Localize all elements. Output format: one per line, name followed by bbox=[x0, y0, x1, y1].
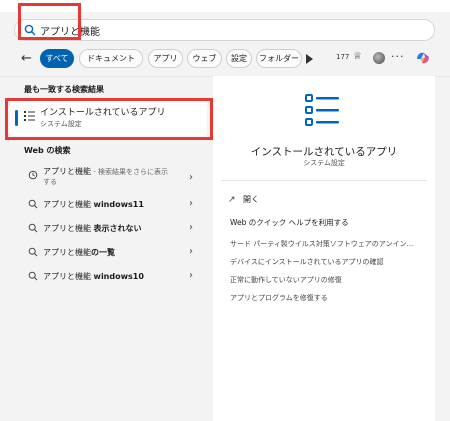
more-options-icon[interactable]: ··· bbox=[391, 50, 405, 63]
more-filters-icon[interactable] bbox=[306, 54, 313, 64]
preview-subtitle: システム設定 bbox=[303, 159, 345, 167]
trophy-icon[interactable]: ♕ bbox=[353, 51, 362, 62]
web-result-text: アプリと機能 bbox=[43, 167, 91, 176]
filter-bar: ← すべて ドキュメント アプリ ウェブ 設定 フォルダー 177 ♕ ··· bbox=[0, 47, 450, 71]
web-result-bold: windows10 bbox=[93, 272, 144, 281]
history-icon bbox=[28, 170, 38, 180]
tab-settings[interactable]: 設定 bbox=[226, 49, 252, 68]
help-link[interactable]: サード パーティ製ウイルス対策ソフトウェアのアンイン... bbox=[230, 239, 413, 249]
search-icon bbox=[28, 247, 38, 257]
search-icon bbox=[28, 199, 38, 209]
web-result-text: アプリと機能 bbox=[43, 224, 94, 233]
tab-documents[interactable]: ドキュメント bbox=[79, 49, 143, 68]
preview-pane: インストールされているアプリ システム設定 ↗ 開く Web のクイック ヘルプを… bbox=[213, 76, 435, 421]
web-result-bold: windows11 bbox=[93, 200, 144, 209]
help-link[interactable]: 正常に動作していないアプリの修復 bbox=[230, 275, 342, 285]
web-result-row[interactable]: アプリと機能 windows10 › bbox=[12, 266, 204, 288]
chevron-right-icon: › bbox=[189, 246, 193, 257]
web-result-row[interactable]: アプリと機能 windows11 › bbox=[12, 194, 204, 216]
search-icon bbox=[28, 223, 38, 233]
tab-folders[interactable]: フォルダー bbox=[256, 49, 302, 68]
web-result-text: アプリと機能 bbox=[43, 272, 94, 281]
back-arrow-icon[interactable]: ← bbox=[21, 51, 32, 66]
web-result-bold: の一覧 bbox=[91, 248, 115, 257]
open-action[interactable]: ↗ 開く bbox=[228, 194, 259, 205]
avatar[interactable] bbox=[373, 52, 385, 64]
help-heading: Web のクイック ヘルプを利用する bbox=[230, 218, 349, 227]
help-link[interactable]: アプリとプログラムを修復する bbox=[230, 293, 328, 303]
web-result-row[interactable]: アプリと機能 表示されない › bbox=[12, 218, 204, 240]
help-link[interactable]: デバイスにインストールされているアプリの確認 bbox=[230, 257, 383, 267]
highlight-best-match bbox=[5, 98, 213, 140]
open-label: 開く bbox=[243, 195, 259, 204]
web-result-bold: 表示されない bbox=[93, 224, 142, 233]
tab-all[interactable]: すべて bbox=[40, 49, 74, 68]
chevron-right-icon: › bbox=[189, 198, 193, 209]
chevron-right-icon: › bbox=[189, 172, 193, 183]
tab-web[interactable]: ウェブ bbox=[187, 49, 222, 68]
web-result-row[interactable]: アプリと機能 - 検索結果をさらに表示 する › bbox=[12, 164, 204, 190]
tab-apps[interactable]: アプリ bbox=[148, 49, 183, 68]
web-search-heading: Web の検索 bbox=[24, 146, 71, 155]
web-result-text: アプリと機能 bbox=[43, 200, 94, 209]
rewards-points: 177 bbox=[336, 53, 350, 61]
web-result-extra-line2: する bbox=[43, 178, 57, 186]
best-match-heading: 最も一致する検索結果 bbox=[24, 85, 104, 94]
open-icon: ↗ bbox=[228, 195, 236, 205]
installed-apps-large-icon bbox=[305, 94, 339, 126]
web-result-extra: - 検索結果をさらに表示 bbox=[91, 168, 168, 176]
copilot-icon[interactable] bbox=[415, 50, 431, 66]
web-result-row[interactable]: アプリと機能の一覧 › bbox=[12, 242, 204, 264]
chevron-right-icon: › bbox=[189, 222, 193, 233]
preview-divider bbox=[221, 180, 427, 181]
highlight-search-query bbox=[18, 3, 81, 40]
chevron-right-icon: › bbox=[189, 270, 193, 281]
preview-title: インストールされているアプリ bbox=[250, 146, 398, 158]
web-result-text: アプリと機能 bbox=[43, 248, 91, 257]
search-icon bbox=[28, 271, 38, 281]
